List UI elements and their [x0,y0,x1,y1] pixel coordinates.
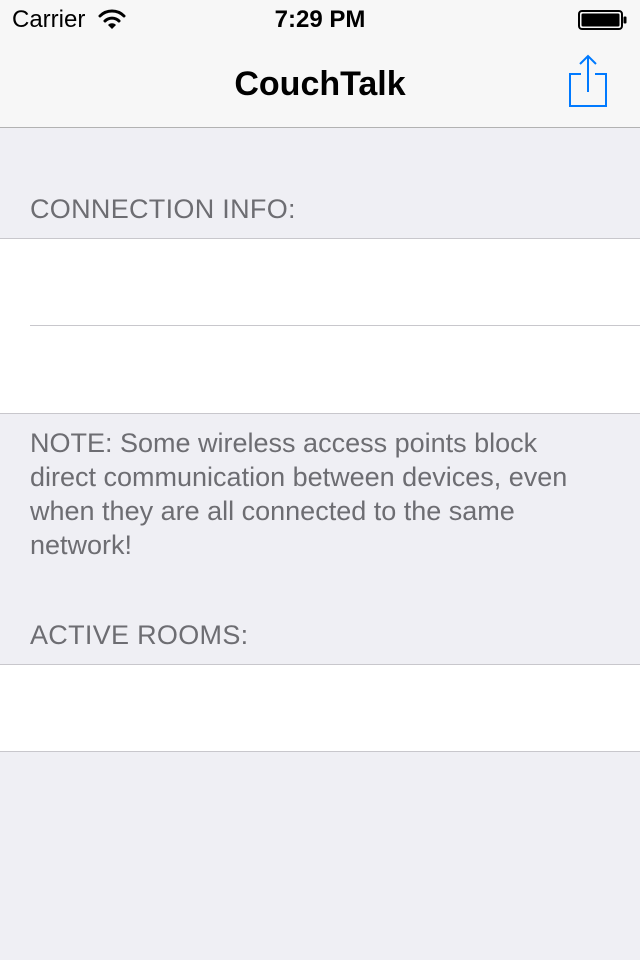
navigation-bar: CouchTalk [0,40,640,128]
share-icon [569,54,607,107]
active-room-row[interactable] [0,665,640,752]
connection-info-header: CONNECTION INFO: [30,194,296,224]
network-note: NOTE: Some wireless access points block … [30,428,568,560]
connection-info-group [0,238,640,414]
status-bar: Carrier 7:29 PM [0,0,640,40]
connection-info-row[interactable] [0,326,640,413]
active-rooms-header: ACTIVE ROOMS: [30,620,249,650]
battery-icon [578,10,627,30]
share-button[interactable] [560,52,616,116]
status-time: 7:29 PM [274,6,366,33]
active-rooms-group [0,664,640,752]
connection-info-row[interactable] [0,239,640,326]
nav-title: CouchTalk [234,65,406,103]
